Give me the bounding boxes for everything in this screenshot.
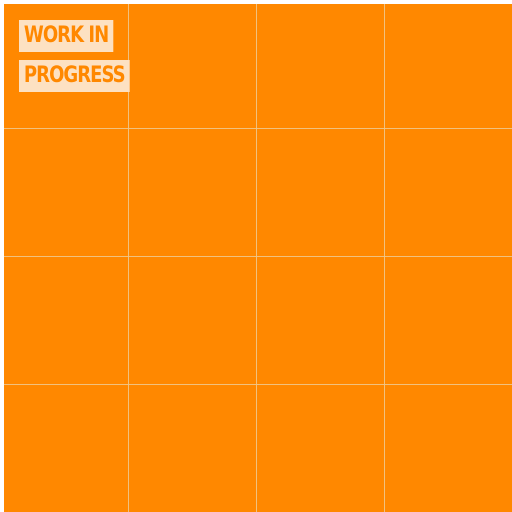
grid-line-horizontal [4, 256, 512, 257]
grid-line-vertical [256, 4, 257, 512]
grid-line-horizontal [4, 384, 512, 385]
grid-line-vertical [384, 4, 385, 512]
grid-line-horizontal [4, 128, 512, 129]
work-in-progress-label-line-2: PROGRESS [19, 60, 130, 92]
work-in-progress-label-line-1: WORK IN [19, 20, 114, 52]
placeholder-canvas: WORK IN PROGRESS [4, 4, 512, 512]
